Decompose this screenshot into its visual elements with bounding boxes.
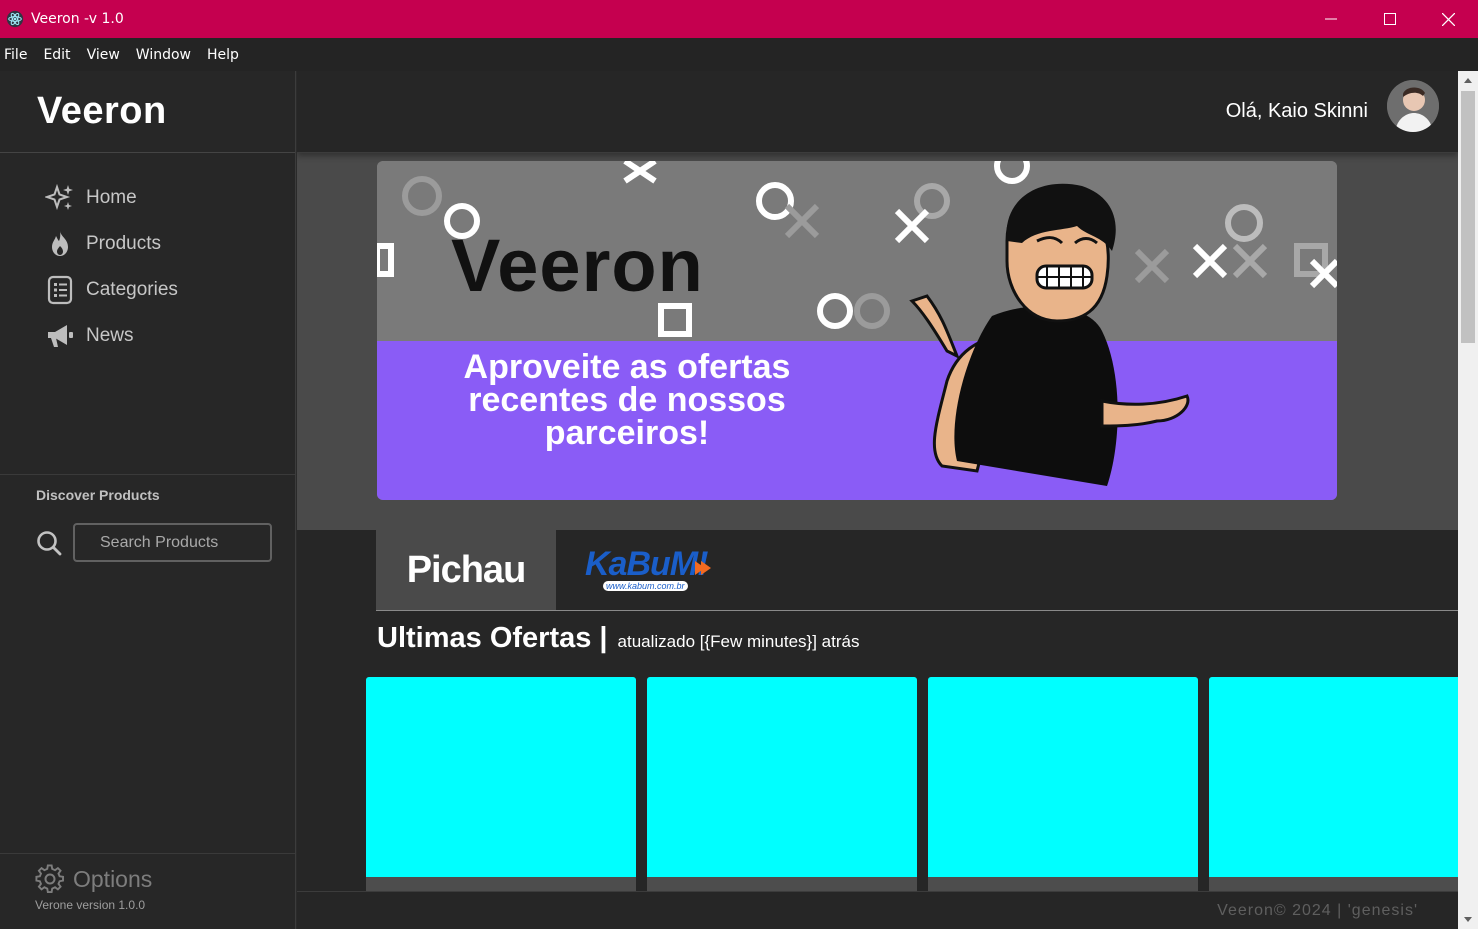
list-icon — [47, 275, 73, 305]
minimize-button[interactable] — [1301, 0, 1360, 38]
version-text: Verone version 1.0.0 — [35, 898, 146, 912]
offer-card[interactable] — [366, 677, 636, 917]
scrollbar-thumb[interactable] — [1461, 91, 1475, 343]
search-icon[interactable] — [36, 530, 62, 556]
offer-card[interactable] — [1209, 677, 1458, 917]
menu-window[interactable]: Window — [136, 47, 199, 63]
menu-help[interactable]: Help — [207, 47, 247, 63]
menu-edit[interactable]: Edit — [43, 47, 78, 63]
options-label: Options — [73, 865, 153, 892]
offers-updated: atualizado [{Few minutes}] atrás — [617, 632, 860, 651]
kabum-arrow-icon — [695, 561, 711, 575]
scroll-down-arrow-icon[interactable] — [1463, 914, 1473, 924]
options-button[interactable]: Options — [35, 864, 295, 894]
window-title: Veeron -v 1.0 — [31, 11, 124, 27]
store-tabs: Pichau KaBuM! www.kabum.com.br — [376, 530, 1458, 611]
fire-icon — [52, 231, 68, 256]
discover-title: Discover Products — [36, 487, 160, 503]
offer-card-image — [366, 677, 636, 877]
minimize-icon — [1324, 18, 1337, 20]
avatar[interactable] — [1387, 80, 1439, 132]
kabum-logo: KaBuM! www.kabum.com.br — [581, 545, 711, 595]
megaphone-icon — [48, 325, 73, 347]
footer-text: Veeron© 2024 | 'genesis' — [1217, 902, 1418, 919]
sidebar-item-news[interactable]: News — [0, 313, 295, 359]
menu-file[interactable]: File — [4, 47, 35, 63]
offer-card[interactable] — [928, 677, 1198, 917]
banner-logo: Veeron — [451, 224, 704, 307]
sidebar-brand[interactable]: Veeron — [0, 71, 295, 153]
search-row — [36, 523, 295, 562]
sidebar: Veeron Home Products Categories News Dis… — [0, 71, 296, 929]
offer-card[interactable] — [647, 677, 917, 917]
menu-bar: File Edit View Window Help — [0, 38, 1478, 71]
kabum-url: www.kabum.com.br — [603, 581, 688, 591]
scroll-up-arrow-icon[interactable] — [1463, 76, 1473, 86]
sidebar-item-home[interactable]: Home — [0, 175, 295, 221]
sidebar-item-label: News — [86, 325, 134, 346]
sidebar-item-categories[interactable]: Categories — [0, 267, 295, 313]
offer-card-image — [928, 677, 1198, 877]
menu-view[interactable]: View — [87, 47, 128, 63]
electron-app-icon — [6, 10, 24, 28]
search-input[interactable] — [73, 523, 272, 562]
options-section: Options Verone version 1.0.0 — [0, 853, 295, 929]
sidebar-item-label: Categories — [86, 279, 178, 300]
mascot-illustration — [909, 183, 1190, 486]
sparkles-icon — [45, 183, 73, 211]
offers-title: Ultimas Ofertas | — [377, 622, 608, 654]
tab-pichau[interactable]: Pichau — [376, 530, 556, 610]
vertical-scrollbar[interactable] — [1458, 71, 1478, 929]
sidebar-item-label: Home — [86, 187, 137, 208]
user-photo-icon — [1387, 80, 1439, 132]
close-button[interactable] — [1419, 0, 1478, 38]
gear-icon — [35, 864, 64, 893]
top-header: Olá, Kaio Skinni — [297, 71, 1458, 153]
footer: Veeron© 2024 | 'genesis' — [297, 891, 1458, 929]
banner-tagline: Aproveite as ofertas recentes de nossos … — [463, 348, 791, 452]
offer-cards — [366, 677, 1458, 917]
close-icon — [1442, 12, 1455, 26]
maximize-icon — [1383, 13, 1396, 25]
tab-kabum[interactable]: KaBuM! www.kabum.com.br — [556, 530, 736, 610]
sidebar-nav: Home Products Categories News — [0, 153, 295, 359]
title-bar: Veeron -v 1.0 — [0, 0, 1478, 38]
maximize-button[interactable] — [1360, 0, 1419, 38]
offers-heading: Ultimas Ofertas | atualizado [{Few minut… — [377, 622, 859, 655]
offer-card-image — [1209, 677, 1458, 877]
offers-section: Pichau KaBuM! www.kabum.com.br Ultimas O… — [297, 530, 1458, 929]
discover-section: Discover Products — [0, 474, 295, 562]
kabum-logo-text: KaBuM! — [585, 545, 708, 583]
sidebar-item-products[interactable]: Products — [0, 221, 295, 267]
user-greeting: Olá, Kaio Skinni — [1225, 100, 1368, 122]
sidebar-item-label: Products — [86, 233, 161, 254]
pichau-logo: Pichau — [406, 548, 527, 591]
offer-card-image — [647, 677, 917, 877]
main-content: Olá, Kaio Skinni Veeron Aproveite as ofe… — [297, 71, 1458, 929]
promo-banner[interactable]: Veeron Aproveite as ofertas recentes de … — [377, 161, 1337, 500]
